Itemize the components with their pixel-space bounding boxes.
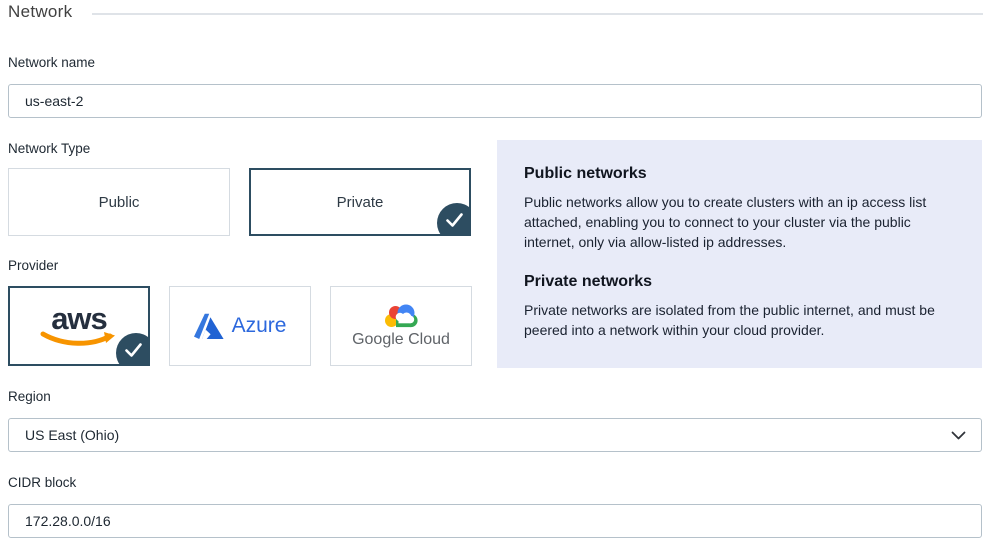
- check-icon: [116, 333, 150, 366]
- azure-logo-icon: Azure: [194, 313, 287, 340]
- aws-logo-text: aws: [51, 303, 107, 334]
- cidr-block-input[interactable]: [8, 504, 982, 538]
- google-cloud-logo-icon: Google Cloud: [352, 303, 450, 349]
- section-divider: [92, 13, 983, 15]
- azure-logo-text: Azure: [232, 314, 287, 338]
- aws-swoosh-icon: [40, 331, 118, 349]
- info-body-public-networks: Public networks allow you to create clus…: [524, 192, 960, 252]
- provider-option-azure[interactable]: Azure: [169, 286, 311, 366]
- provider-option-google-cloud[interactable]: Google Cloud: [330, 286, 472, 366]
- info-heading-public-networks: Public networks: [524, 165, 960, 183]
- google-cloud-logo-text: Google Cloud: [352, 331, 450, 349]
- region-label: Region: [8, 389, 51, 404]
- network-type-private-label: Private: [337, 194, 384, 211]
- region-selected-value: US East (Ohio): [25, 427, 119, 443]
- chevron-down-icon: [951, 431, 966, 440]
- network-type-option-private[interactable]: Private: [249, 168, 471, 236]
- network-type-label: Network Type: [8, 141, 90, 156]
- network-type-option-public[interactable]: Public: [8, 168, 230, 236]
- network-name-label: Network name: [8, 55, 95, 70]
- cidr-block-label: CIDR block: [8, 475, 76, 490]
- section-title: Network: [8, 2, 72, 22]
- region-select[interactable]: US East (Ohio): [8, 418, 982, 452]
- network-type-public-label: Public: [99, 194, 140, 211]
- info-body-private-networks: Private networks are isolated from the p…: [524, 300, 960, 340]
- check-icon: [437, 203, 471, 236]
- network-type-info-panel: Public networks Public networks allow yo…: [497, 140, 982, 368]
- provider-option-aws[interactable]: aws: [8, 286, 150, 366]
- info-heading-private-networks: Private networks: [524, 273, 960, 291]
- aws-logo-icon: aws: [40, 303, 118, 349]
- provider-label: Provider: [8, 258, 58, 273]
- network-settings-form: Network Network name Network Type Public…: [0, 0, 990, 549]
- network-name-input[interactable]: [8, 84, 982, 118]
